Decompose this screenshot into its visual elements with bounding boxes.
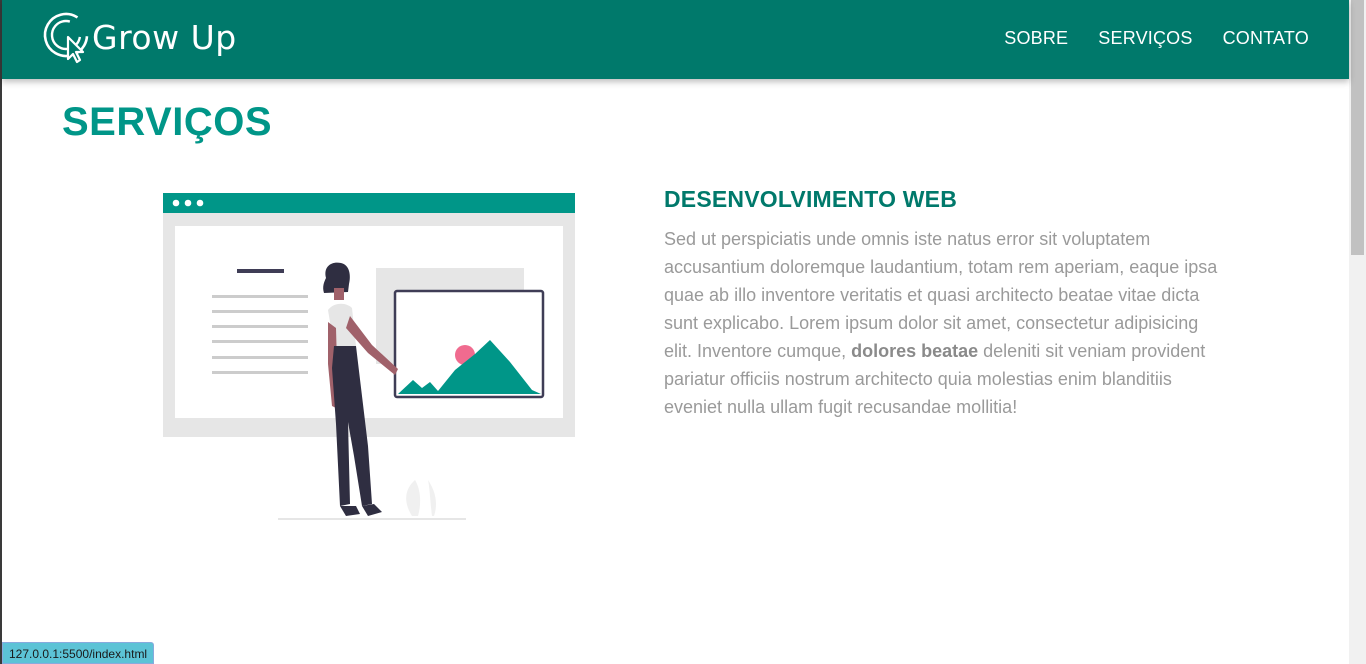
scrollbar-thumb[interactable] (1351, 0, 1364, 255)
brand-logo-link[interactable]: Grow Up (42, 9, 237, 65)
navbar: Grow Up SOBRE SERVIÇOS CONTATO (2, 0, 1349, 79)
web-development-illustration (163, 193, 575, 520)
service-title: DESENVOLVIMENTO WEB (664, 186, 958, 212)
cursor-click-icon (43, 12, 89, 64)
page-title: SERVIÇOS (62, 100, 272, 144)
status-bar-url: 127.0.0.1:5500/index.html (2, 642, 155, 664)
brand-name: Grow Up (92, 17, 237, 57)
service-description: Sed ut perspiciatis unde omnis iste natu… (664, 225, 1224, 421)
main-nav: SOBRE SERVIÇOS CONTATO (1004, 28, 1309, 49)
nav-link-sobre[interactable]: SOBRE (1004, 28, 1068, 49)
vertical-scrollbar[interactable] (1349, 0, 1366, 664)
service-text-bold: dolores beatae (851, 341, 979, 361)
nav-link-contato[interactable]: CONTATO (1223, 28, 1309, 49)
service-card: DESENVOLVIMENTO WEB Sed ut perspiciatis … (664, 186, 1224, 421)
window-edge (0, 0, 2, 664)
nav-link-servicos[interactable]: SERVIÇOS (1098, 28, 1192, 49)
